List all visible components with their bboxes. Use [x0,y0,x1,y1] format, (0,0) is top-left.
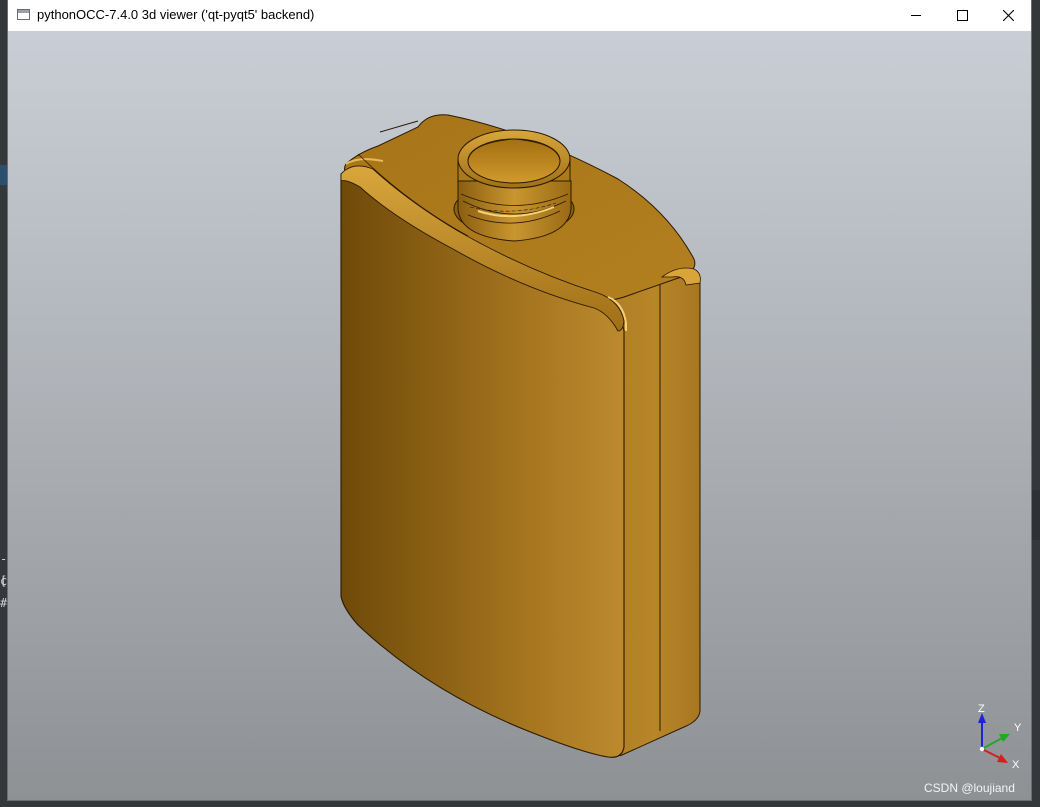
background-terminal-line: # [0,596,8,610]
minimize-icon [911,15,921,16]
z-axis-label: Z [978,703,985,715]
3d-viewport[interactable]: Z Y X CSDN @loujiand [8,31,1031,800]
origin-point [979,746,985,752]
y-axis-label: Y [1014,722,1022,734]
background-window-highlight [0,165,8,185]
y-axis-line [981,736,1005,750]
background-window-edge [1031,490,1040,540]
window-title: pythonOCC-7.4.0 3d viewer ('qt-pyqt5' ba… [37,7,315,22]
close-button[interactable] [985,0,1031,31]
close-icon [1003,10,1014,21]
axis-trihedron: Z Y X [978,703,1022,771]
app-window-icon [17,9,30,20]
x-axis-line [981,748,1003,760]
x-axis-label: X [1012,759,1020,771]
maximize-icon [957,10,968,21]
bottle-model [340,114,701,758]
viewer-window: pythonOCC-7.4.0 3d viewer ('qt-pyqt5' ba… [8,0,1031,800]
title-bar[interactable]: pythonOCC-7.4.0 3d viewer ('qt-pyqt5' ba… [8,0,1031,31]
background-terminal-line: c( [0,574,8,588]
minimize-button[interactable] [893,0,939,31]
x-axis-arrow [997,754,1008,763]
maximize-button[interactable] [939,0,985,31]
watermark: CSDN @loujiand [924,781,1015,795]
